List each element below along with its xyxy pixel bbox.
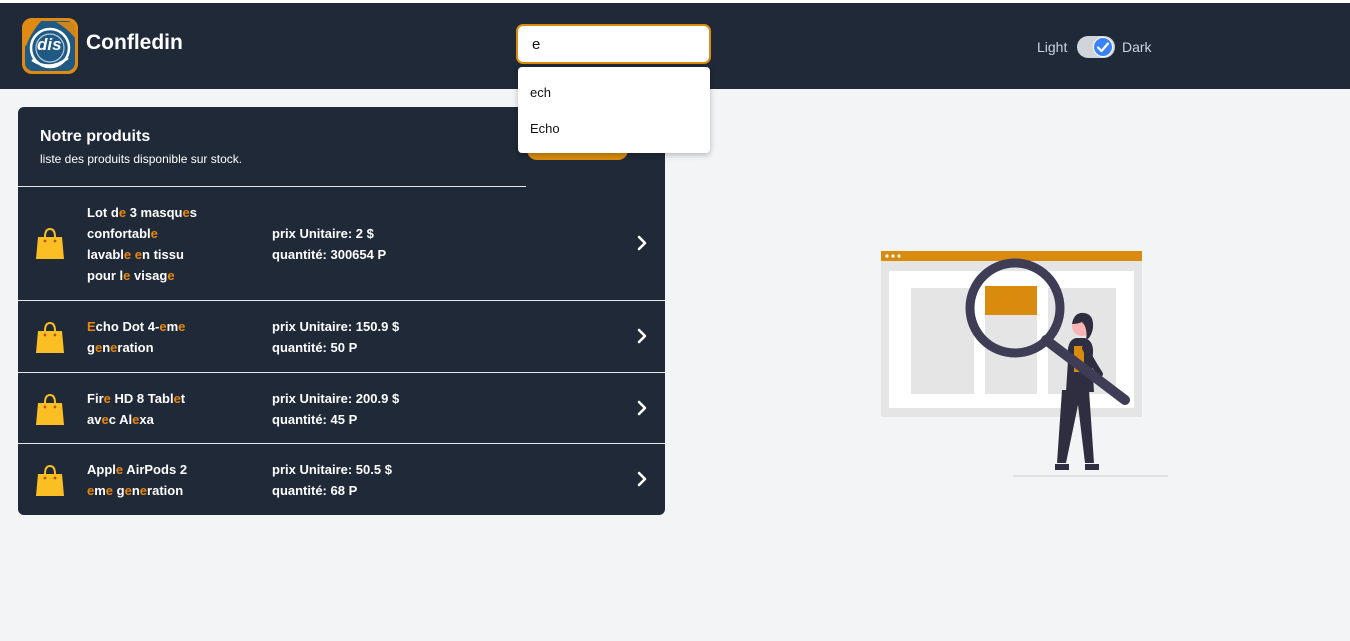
products-panel: Notre produits liste des produits dispon…: [18, 107, 665, 515]
theme-dark-label: Dark: [1122, 39, 1152, 55]
check-icon: [1093, 37, 1113, 57]
product-name-line: eme generation: [87, 483, 184, 498]
product-price-block: prix Unitaire: 200.9 $ quantité: 45 P: [272, 388, 399, 430]
search-suggestions: ech Echo: [518, 67, 710, 153]
product-name-line: lavable en tissu: [87, 247, 184, 262]
theme-light-label: Light: [1037, 39, 1068, 55]
logo-lettering: dis: [37, 35, 62, 54]
product-name-line: Fire HD 8 Tablet: [87, 391, 186, 406]
suggestion-item[interactable]: Echo: [530, 121, 560, 136]
product-price: prix Unitaire: 200.9 $: [272, 391, 400, 406]
product-name-line: generation: [87, 340, 154, 355]
product-quantity: quantité: 300654 P: [272, 247, 387, 262]
product-row[interactable]: Fire HD 8 Tablet avec Alexa prix Unitair…: [18, 373, 665, 443]
chevron-right-icon[interactable]: [635, 400, 649, 416]
product-price: prix Unitaire: 150.9 $: [272, 319, 400, 334]
product-row[interactable]: Lot de 3 masques confortable lavable en …: [18, 187, 665, 300]
panel-title: Notre produits: [40, 128, 151, 145]
product-name-line: confortable: [87, 226, 158, 241]
search-input[interactable]: [516, 24, 711, 64]
product-row[interactable]: Echo Dot 4-eme generation prix Unitaire:…: [18, 301, 665, 372]
product-row[interactable]: Apple AirPods 2 eme generation prix Unit…: [18, 444, 665, 515]
panel-subtitle: liste des produits disponible sur stock.: [40, 152, 243, 166]
chevron-right-icon[interactable]: [635, 471, 649, 487]
product-price-block: prix Unitaire: 150.9 $ quantité: 50 P: [272, 316, 399, 358]
chevron-right-icon[interactable]: [635, 235, 649, 251]
search-illustration: [881, 251, 1168, 477]
product-quantity: quantité: 50 P: [272, 340, 358, 355]
product-name-line: Apple AirPods 2: [87, 462, 188, 477]
product-name-line: Lot de 3 masques: [87, 205, 197, 220]
brand-name: Confledin: [86, 31, 183, 54]
shopping-bag-icon: [36, 321, 64, 353]
product-price-block: prix Unitaire: 50.5 $ quantité: 68 P: [272, 459, 392, 501]
suggestion-item[interactable]: ech: [530, 85, 551, 100]
shopping-bag-icon: [36, 393, 64, 425]
product-name: Fire HD 8 Tablet avec Alexa: [87, 388, 237, 430]
product-quantity: quantité: 45 P: [272, 412, 358, 427]
product-name: Apple AirPods 2 eme generation: [87, 459, 237, 501]
product-name: Echo Dot 4-eme generation: [87, 316, 237, 358]
product-price: prix Unitaire: 50.5 $: [272, 462, 392, 477]
product-price: prix Unitaire: 2 $: [272, 226, 374, 241]
shopping-bag-icon: [36, 464, 64, 496]
product-name-line: pour le visage: [87, 268, 175, 283]
product-name-line: Echo Dot 4-eme: [87, 319, 186, 334]
brand-logo[interactable]: dis: [22, 18, 78, 74]
theme-toggle[interactable]: [1077, 36, 1115, 58]
chevron-right-icon[interactable]: [635, 328, 649, 344]
product-name-line: avec Alexa: [87, 412, 154, 427]
product-price-block: prix Unitaire: 2 $ quantité: 300654 P: [272, 223, 386, 265]
product-quantity: quantité: 68 P: [272, 483, 358, 498]
product-name: Lot de 3 masques confortable lavable en …: [87, 202, 237, 286]
shopping-bag-icon: [36, 227, 64, 259]
